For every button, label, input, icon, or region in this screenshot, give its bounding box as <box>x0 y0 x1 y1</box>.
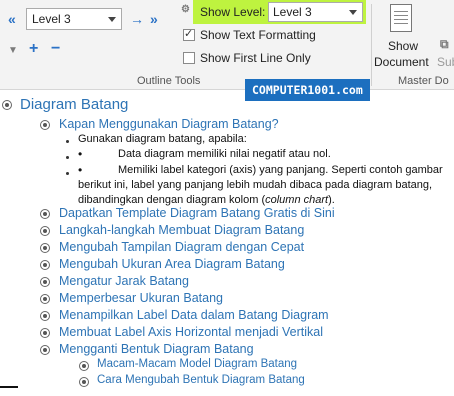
outline-heading2[interactable]: Menampilkan Label Data dalam Batang Diag… <box>59 308 329 322</box>
outline-bullet-icon[interactable] <box>2 100 12 110</box>
group-divider <box>371 4 372 86</box>
outline-bullet-icon[interactable] <box>40 209 50 219</box>
outline-heading2[interactable]: Memperbesar Ukuran Batang <box>59 291 223 305</box>
show-text-formatting-checkbox[interactable] <box>183 27 195 41</box>
level-select[interactable]: Level 3 <box>26 8 122 30</box>
demote-to-body-icon[interactable]: » <box>150 11 158 27</box>
outline-heading2[interactable]: Kapan Menggunakan Diagram Batang? <box>59 117 279 131</box>
outline-heading2[interactable]: Langkah-langkah Membuat Diagram Batang <box>59 223 304 237</box>
ribbon: Level 3 « → » ▼ + − ⚙ Show Level: Level … <box>0 0 454 90</box>
show-document-label-1: Show <box>388 39 419 53</box>
outline-bullet-icon[interactable] <box>40 226 50 236</box>
level-select-value: Level 3 <box>32 12 71 26</box>
body-text[interactable]: berikut ini, label yang panjang lebih mu… <box>78 179 432 191</box>
show-first-line-only-label: Show First Line Only <box>200 51 311 65</box>
body-text-part: ). <box>328 194 335 206</box>
collapse-minus-icon[interactable]: − <box>51 41 60 57</box>
outline-heading3[interactable]: Macam-Macam Model Diagram Batang <box>97 358 297 370</box>
master-document-group-label: Master Do <box>398 75 449 87</box>
watermark: COMPUTER1001.com <box>245 79 370 101</box>
outline-bullet-icon[interactable] <box>40 294 50 304</box>
body-text[interactable]: Memiliki label kategori (axis) yang panj… <box>118 164 443 176</box>
outline-heading2[interactable]: Mengatur Jarak Batang <box>59 274 189 288</box>
outline-bullet-icon[interactable] <box>40 277 50 287</box>
demote-icon[interactable]: → <box>130 11 144 27</box>
body-dot-icon <box>66 172 69 175</box>
outline-heading2[interactable]: Membuat Label Axis Horizontal menjadi Ve… <box>59 325 323 339</box>
outline-bullet-icon[interactable] <box>40 311 50 321</box>
subdocument-icon[interactable]: ⧉ <box>440 36 449 52</box>
expand-plus-icon[interactable]: + <box>29 41 38 57</box>
show-level-select[interactable]: Level 3 <box>268 2 363 22</box>
promote-to-heading1-icon[interactable]: « <box>8 11 16 27</box>
outline-heading3[interactable]: Cara Mengubah Bentuk Diagram Batang <box>97 374 305 386</box>
outline-heading2[interactable]: Mengubah Tampilan Diagram dengan Cepat <box>59 240 304 254</box>
subdocument-label[interactable]: Sub <box>437 55 454 69</box>
outline-bullet-icon[interactable] <box>79 377 89 387</box>
show-level-value: Level 3 <box>273 5 312 19</box>
body-text-italic: column chart <box>265 194 329 206</box>
body-text-part: dibandingkan dengan diagram kolom ( <box>78 194 266 206</box>
list-bullet-icon: • <box>78 163 83 177</box>
outline-tools-group-label: Outline Tools <box>137 75 201 87</box>
chevron-down-icon[interactable] <box>349 10 357 15</box>
text-cursor-marker <box>0 386 18 388</box>
outline-heading1[interactable]: Diagram Batang <box>20 96 128 113</box>
body-text-line[interactable]: dibandingkan dengan diagram kolom (colum… <box>78 194 335 206</box>
chevron-down-icon[interactable] <box>108 17 116 22</box>
body-dot-icon <box>66 156 69 159</box>
outline-heading2[interactable]: Mengubah Ukuran Area Diagram Batang <box>59 257 285 271</box>
list-bullet-icon: • <box>78 147 83 161</box>
outline-bullet-icon[interactable] <box>40 260 50 270</box>
show-level-label: Show Level: <box>200 5 266 19</box>
show-first-line-only-checkbox[interactable] <box>183 52 195 64</box>
body-dot-icon <box>66 140 69 143</box>
show-text-formatting-label: Show Text Formatting <box>200 28 316 42</box>
outline-bullet-icon[interactable] <box>40 120 50 130</box>
document-icon <box>390 4 412 32</box>
settings-small-icon: ⚙ <box>181 4 190 15</box>
outline-heading2[interactable]: Dapatkan Template Diagram Batang Gratis … <box>59 206 335 220</box>
outline-bullet-icon[interactable] <box>40 345 50 355</box>
outline-document: Diagram Batang Kapan Menggunakan Diagram… <box>0 90 454 396</box>
body-text[interactable]: Gunakan diagram batang, apabila: <box>78 133 247 145</box>
show-document-label-2: Document <box>374 55 429 69</box>
move-up-icon[interactable]: ▼ <box>8 43 18 59</box>
outline-bullet-icon[interactable] <box>40 243 50 253</box>
body-text[interactable]: Data diagram memiliki nilai negatif atau… <box>118 148 331 160</box>
outline-bullet-icon[interactable] <box>79 361 89 371</box>
outline-bullet-icon[interactable] <box>40 328 50 338</box>
outline-heading2[interactable]: Mengganti Bentuk Diagram Batang <box>59 342 254 356</box>
